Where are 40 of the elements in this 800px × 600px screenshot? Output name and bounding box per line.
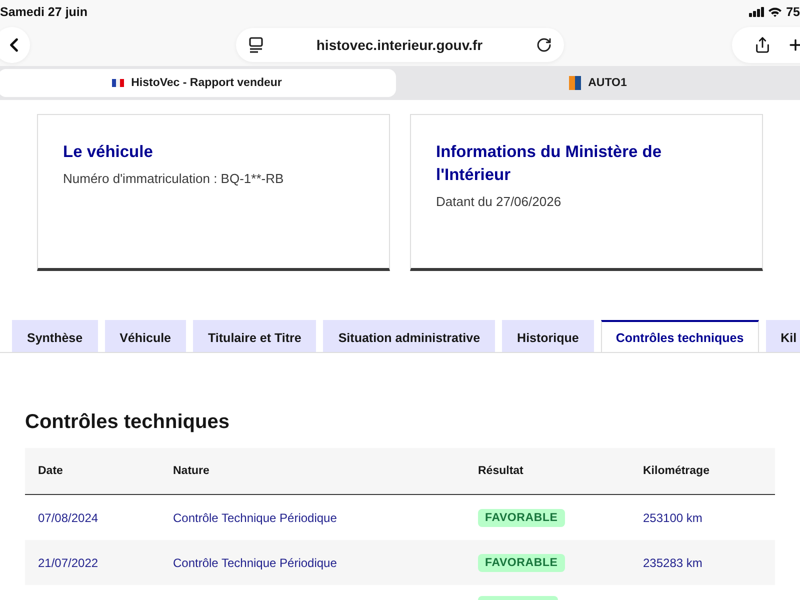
date-cell-text: 21/07/2022: [37, 556, 100, 570]
browser-tab-title: HistoVec - Rapport vendeur: [131, 77, 282, 89]
mileage-cell-text: 235283 km: [642, 556, 704, 570]
tab[interactable]: Kil: [766, 320, 800, 352]
section-title: Contrôles techniques: [25, 410, 230, 434]
logo-icon: [569, 76, 582, 90]
tab[interactable]: Titulaire et Titre: [193, 320, 316, 352]
column-header: Nature: [172, 465, 210, 477]
browser-tab[interactable]: AUTO1: [396, 69, 800, 97]
battery-level: 75: [786, 5, 800, 19]
share-icon[interactable]: [754, 35, 771, 55]
column-header: Kilométrage: [642, 465, 710, 477]
wifi-icon: [768, 7, 782, 17]
browser-tab[interactable]: HistoVec - Rapport vendeur: [0, 69, 396, 97]
address-text: histovec.interieur.gouv.fr: [316, 37, 483, 53]
card-title: Informations du Ministère de l'Intérieur: [436, 142, 663, 186]
tab[interactable]: Historique: [502, 320, 594, 352]
status-date: Samedi 27 juin: [0, 5, 88, 19]
card-text: Numéro d'immatriculation : BQ-1**-RB: [63, 170, 285, 188]
back-button[interactable]: [0, 27, 30, 63]
flag-icon: [112, 79, 124, 87]
date-cell-text: 07/08/2024: [37, 510, 100, 524]
reload-icon[interactable]: [536, 37, 552, 53]
reader-icon[interactable]: [249, 37, 263, 53]
address-field[interactable]: histovec.interieur.gouv.fr: [236, 28, 564, 62]
mileage-cell-text: 253100 km: [642, 510, 704, 524]
result-badge: FAVORABLE: [478, 508, 565, 526]
browser-tab-title: AUTO1: [588, 77, 627, 89]
tab[interactable]: Synthèse: [12, 320, 98, 352]
card-text: Datant du 27/06/2026: [436, 193, 562, 211]
signal-icon: [749, 7, 764, 17]
result-badge: FAVORABLE: [478, 554, 565, 572]
tab[interactable]: Contrôles techniques: [600, 320, 759, 352]
nature-cell-text: Contrôle Technique Périodique: [172, 556, 338, 570]
nature-cell-text: Contrôle Technique Périodique: [172, 510, 338, 524]
column-header: Date: [37, 465, 64, 477]
tab[interactable]: Véhicule: [104, 320, 186, 352]
column-header: Résultat: [477, 465, 524, 477]
card-title: Le véhicule: [63, 142, 154, 163]
tab[interactable]: Situation administrative: [323, 320, 496, 352]
